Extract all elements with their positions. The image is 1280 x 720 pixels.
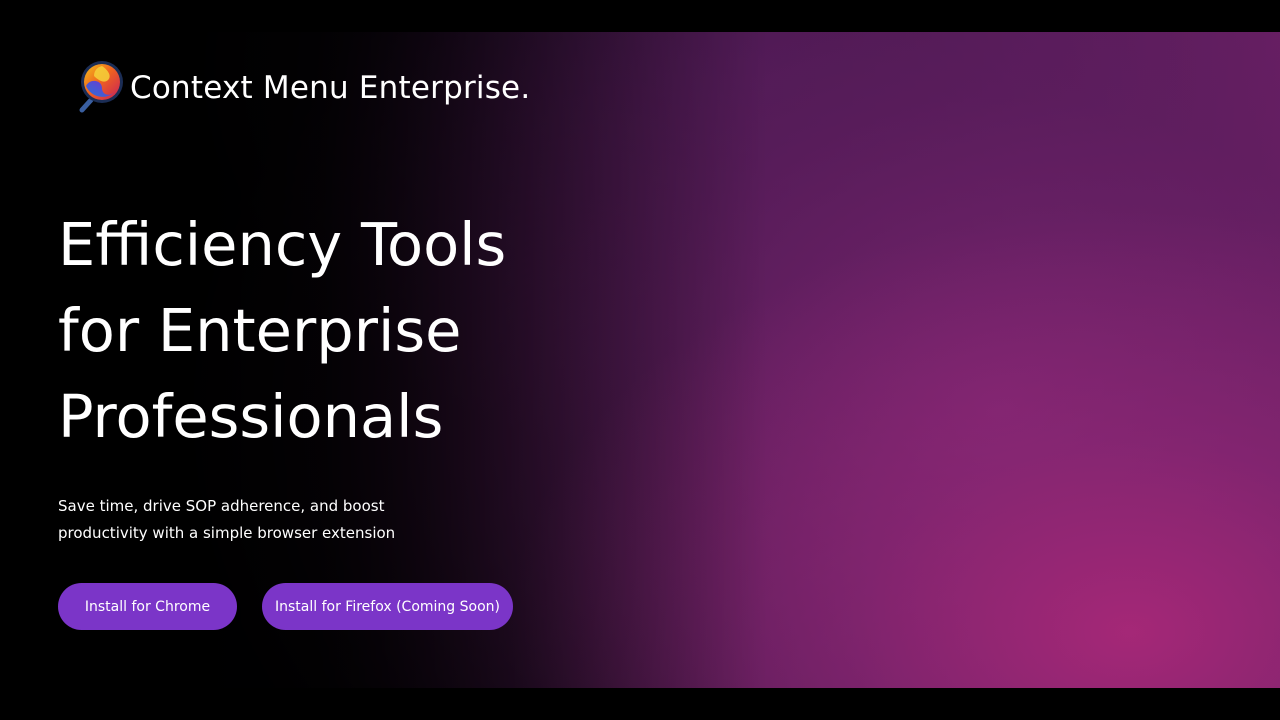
hero-subtitle: Save time, drive SOP adherence, and boos… (58, 493, 478, 547)
brand-header[interactable]: Context Menu Enterprise. (72, 58, 530, 118)
install-firefox-button[interactable]: Install for Firefox (Coming Soon) (262, 583, 513, 630)
hero-section: Context Menu Enterprise. Efficiency Tool… (0, 32, 1280, 688)
hero-heading: Efficiency Tools for Enterprise Professi… (58, 202, 506, 460)
hero-heading-line-3: Professionals (58, 382, 444, 451)
brand-name: Context Menu Enterprise. (130, 70, 531, 106)
hero-heading-line-2: for Enterprise (58, 296, 462, 365)
magnifier-logo-icon (72, 58, 128, 118)
hero-heading-line-1: Efficiency Tools (58, 210, 507, 279)
hero-subtitle-line-1: Save time, drive SOP adherence, and boos… (58, 497, 385, 515)
install-chrome-button[interactable]: Install for Chrome (58, 583, 237, 630)
hero-subtitle-line-2: productivity with a simple browser exten… (58, 524, 396, 542)
